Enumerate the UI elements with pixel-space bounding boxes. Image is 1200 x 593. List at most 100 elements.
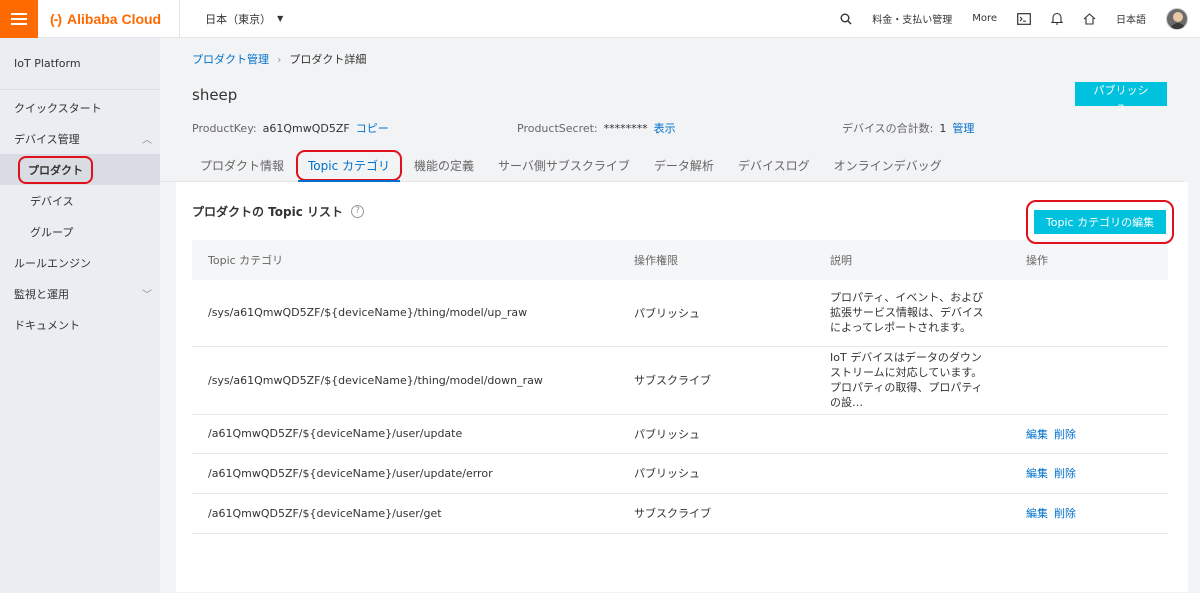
tab-server-subscription[interactable]: サーバ側サブスクライブ — [486, 149, 642, 181]
sidebar-item-rule-engine[interactable]: ルールエンジン — [0, 247, 160, 278]
table-row: /a61QmwQD5ZF/${deviceName}/user/update/e… — [192, 453, 1168, 494]
tab-label: 機能の定義 — [414, 158, 475, 173]
product-key-value: a61QmwQD5ZF — [262, 122, 350, 135]
actions-cell: 編集 削除 — [1010, 453, 1168, 494]
column-header-actions: 操作 — [1026, 254, 1048, 267]
actions-cell: 編集 削除 — [1010, 493, 1168, 534]
top-bar: (-) Alibaba Cloud 日本（東京） ▼ 料金・支払い管理 More… — [0, 0, 1200, 38]
breadcrumb: プロダクト管理 › プロダクト詳細 — [176, 38, 1188, 80]
tab-label: データ解析 — [653, 158, 714, 173]
column-header-permission: 操作権限 — [634, 254, 678, 267]
main-content: プロダクト管理 › プロダクト詳細 sheep パブリッシュ ProductKe… — [160, 38, 1188, 592]
sidebar-nav: クイックスタート デバイス管理 ︿ プロダクト デバイス グループ ルールエンジン… — [0, 90, 160, 340]
manage-link[interactable]: 管理 — [952, 122, 974, 135]
sidebar-item-device-management[interactable]: デバイス管理 ︿ — [0, 123, 160, 154]
breadcrumb-current: プロダクト詳細 — [289, 53, 367, 66]
product-secret-label: ProductSecret: — [517, 122, 598, 135]
terminal-icon — [1017, 12, 1031, 25]
menu-button[interactable] — [0, 0, 38, 38]
caret-down-icon: ▼ — [277, 14, 284, 23]
language-selector[interactable]: 日本語 — [1106, 0, 1156, 38]
hamburger-icon — [11, 12, 27, 25]
edit-link[interactable]: 編集 — [1026, 428, 1048, 441]
delete-link[interactable]: 削除 — [1054, 507, 1076, 520]
table-row: /sys/a61QmwQD5ZF/${deviceName}/thing/mod… — [192, 280, 1168, 347]
description-cell: プロパティ、イベント、および拡張サービス情報は、デバイスによってレポートされます… — [814, 280, 1010, 347]
actions-cell — [1010, 280, 1168, 347]
divider — [179, 0, 181, 38]
product-secret-group: ProductSecret: ******** 表示 — [517, 120, 842, 136]
breadcrumb-product-management[interactable]: プロダクト管理 — [192, 51, 269, 67]
more-menu[interactable]: More — [962, 0, 1007, 38]
sidebar-item-label: ルールエンジン — [14, 256, 91, 270]
table-row: /a61QmwQD5ZF/${deviceName}/user/get サブスク… — [192, 493, 1168, 534]
sidebar-item-label: 監視と運用 — [14, 287, 69, 301]
sidebar-item-label: クイックスタート — [14, 101, 102, 115]
tab-online-debug[interactable]: オンラインデバッグ — [822, 149, 954, 181]
sidebar-item-label: デバイス — [30, 194, 74, 208]
logo-mark: (-) — [50, 10, 62, 27]
help-icon[interactable]: ? — [351, 204, 365, 218]
sidebar-item-label: グループ — [30, 225, 74, 239]
sidebar-title[interactable]: IoT Platform — [0, 38, 160, 90]
chevron-down-icon: ﹀ — [142, 290, 152, 301]
bell-icon — [1051, 12, 1063, 25]
tab-label: デバイスログ — [737, 158, 810, 173]
delete-link[interactable]: 削除 — [1054, 428, 1076, 441]
tab-bar: プロダクト情報 Topic カテゴリ 機能の定義 サーバ側サブスクライブ データ… — [160, 146, 1184, 182]
top-right-tools: 料金・支払い管理 More 日本語 — [830, 0, 1200, 38]
sidebar-item-label: デバイス管理 — [14, 132, 80, 146]
billing-link[interactable]: 料金・支払い管理 — [862, 0, 962, 38]
publish-button[interactable]: パブリッシュ — [1075, 82, 1167, 113]
sidebar-item-label: ドキュメント — [14, 318, 80, 332]
device-total-value: 1 — [939, 122, 947, 135]
tab-function-definition[interactable]: 機能の定義 — [402, 149, 486, 181]
tab-data-parsing[interactable]: データ解析 — [642, 149, 726, 181]
tab-label: サーバ側サブスクライブ — [498, 158, 630, 173]
region-label: 日本（東京） — [205, 12, 272, 26]
column-header-description: 説明 — [830, 254, 852, 267]
description-cell: IoT デバイスはデータのダウンストリームに対応しています。プロパティの取得、プ… — [814, 346, 1010, 415]
sidebar-item-group[interactable]: グループ — [0, 216, 160, 247]
search-icon — [840, 13, 852, 25]
notification-button[interactable] — [1041, 0, 1073, 38]
logo-text: Alibaba Cloud — [67, 10, 162, 27]
page-title: sheep — [192, 86, 238, 104]
show-secret-link[interactable]: 表示 — [654, 122, 676, 135]
topic-cell: /sys/a61QmwQD5ZF/${deviceName}/thing/mod… — [192, 346, 618, 415]
search-button[interactable] — [830, 0, 862, 38]
sidebar-item-label: プロダクト — [18, 155, 93, 184]
region-selector[interactable]: 日本（東京） ▼ — [205, 11, 283, 27]
sidebar-item-product[interactable]: プロダクト — [0, 154, 160, 185]
edit-topic-category-button[interactable]: Topic カテゴリの編集 — [1034, 210, 1166, 234]
sidebar-item-device[interactable]: デバイス — [0, 185, 160, 216]
user-avatar[interactable] — [1166, 7, 1188, 30]
topic-cell: /a61QmwQD5ZF/${deviceName}/user/update — [192, 414, 618, 454]
delete-link[interactable]: 削除 — [1054, 467, 1076, 480]
description-cell — [814, 453, 1010, 494]
edit-link[interactable]: 編集 — [1026, 507, 1048, 520]
actions-cell — [1010, 346, 1168, 415]
sidebar-item-documents[interactable]: ドキュメント — [0, 309, 160, 340]
tab-topic-category[interactable]: Topic カテゴリ — [296, 149, 403, 182]
table-row: /sys/a61QmwQD5ZF/${deviceName}/thing/mod… — [192, 346, 1168, 415]
terminal-button[interactable] — [1007, 0, 1041, 38]
tab-label: オンラインデバッグ — [833, 158, 942, 173]
tab-label: Topic カテゴリ — [296, 149, 403, 181]
tab-device-log[interactable]: デバイスログ — [726, 149, 822, 181]
copy-link[interactable]: コピー — [356, 122, 389, 135]
description-cell — [814, 414, 1010, 454]
device-total-group: デバイスの合計数: 1 管理 — [842, 120, 974, 136]
home-button[interactable] — [1073, 0, 1106, 38]
alibaba-cloud-logo[interactable]: (-) Alibaba Cloud — [50, 11, 161, 27]
actions-cell: 編集 削除 — [1010, 414, 1168, 454]
edit-link[interactable]: 編集 — [1026, 467, 1048, 480]
tab-product-info[interactable]: プロダクト情報 — [188, 149, 296, 181]
product-key-group: ProductKey: a61QmwQD5ZF コピー — [192, 120, 517, 136]
permission-cell: パブリッシュ — [618, 453, 814, 494]
card-header: プロダクトの Topic リスト ? Topic カテゴリの編集 — [176, 182, 1188, 244]
topic-table: Topic カテゴリ 操作権限 説明 操作 /sys/a61QmwQD5ZF/$… — [192, 240, 1168, 534]
sidebar-item-monitoring[interactable]: 監視と運用 ﹀ — [0, 278, 160, 309]
topic-cell: /sys/a61QmwQD5ZF/${deviceName}/thing/mod… — [192, 280, 618, 347]
sidebar-item-quickstart[interactable]: クイックスタート — [0, 92, 160, 123]
